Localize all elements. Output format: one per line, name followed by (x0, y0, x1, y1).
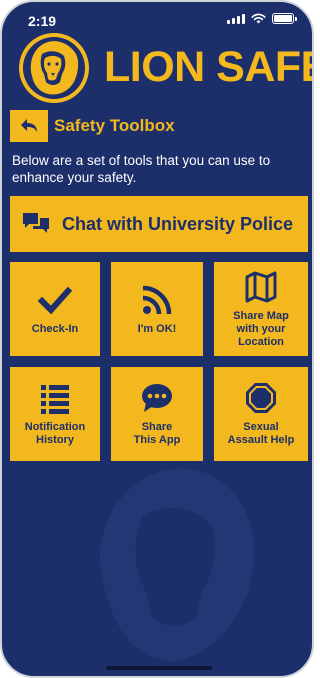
app-header: LION SAFE (16, 32, 312, 103)
share-map-tile[interactable]: Share Map with your Location (214, 262, 308, 356)
notification-history-tile[interactable]: Notification History (10, 367, 100, 461)
wifi-icon (251, 13, 266, 24)
chat-bubbles-icon (23, 213, 49, 233)
home-indicator[interactable] (106, 666, 212, 670)
chat-with-police-button[interactable]: Chat with University Police (10, 196, 308, 252)
check-in-tile[interactable]: Check-In (10, 262, 100, 356)
tile-label: Share Map with your Location (233, 309, 289, 348)
tile-label: Share This App (133, 421, 181, 446)
speech-bubble-icon (142, 384, 172, 412)
tile-label: Sexual Assault Help (227, 421, 295, 446)
status-bar: 2:19 (2, 2, 312, 36)
checkmark-icon (38, 286, 72, 314)
back-button[interactable] (10, 110, 48, 142)
page-description: Below are a set of tools that you can us… (12, 153, 271, 185)
tools-grid: Check-In I'm OK! Share Map with your Loc… (10, 262, 308, 461)
list-icon (41, 385, 69, 414)
lion-head-logo-icon (19, 33, 89, 103)
phone-screen: 2:19 LION SAFE Safety Toolbox Below are … (0, 0, 314, 678)
tile-label: Check-In (31, 322, 79, 335)
octagon-icon (246, 383, 276, 413)
rss-feed-icon (142, 285, 172, 314)
status-time: 2:19 (28, 13, 57, 29)
page-title: Safety Toolbox (54, 116, 175, 135)
cellular-signal-icon (227, 13, 245, 24)
status-icons (227, 13, 297, 24)
share-app-tile[interactable]: Share This App (111, 367, 203, 461)
back-arrow-icon (21, 119, 37, 132)
app-title: LION SAFE (104, 43, 314, 91)
chat-button-label: Chat with University Police (62, 213, 294, 234)
sexual-assault-help-tile[interactable]: Sexual Assault Help (214, 367, 308, 461)
tile-label: I'm OK! (137, 322, 177, 335)
battery-icon (272, 13, 297, 24)
im-ok-tile[interactable]: I'm OK! (111, 262, 203, 356)
lion-watermark-icon (100, 468, 255, 662)
map-icon (245, 271, 277, 302)
tile-label: Notification History (24, 421, 86, 446)
